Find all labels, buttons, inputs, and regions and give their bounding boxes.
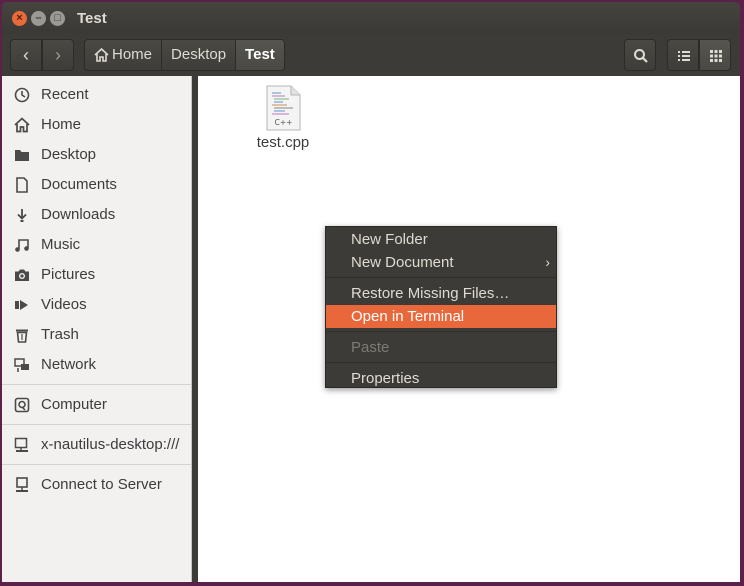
- sidebar-item-label: Network: [41, 356, 97, 373]
- breadcrumb: Home Desktop Test: [84, 39, 285, 71]
- breadcrumb-test[interactable]: Test: [236, 40, 284, 70]
- search-icon: [634, 49, 648, 63]
- menu-item-label: Open in Terminal: [351, 308, 465, 325]
- sidebar-item-label: Recent: [41, 86, 89, 103]
- list-view-icon: [678, 51, 690, 61]
- sidebar-separator: [2, 464, 191, 465]
- menu-item-label: Properties: [351, 370, 420, 387]
- server-icon: [16, 477, 28, 492]
- sidebar-item-label: Trash: [41, 326, 79, 343]
- back-button[interactable]: ‹: [10, 39, 42, 71]
- sidebar-item-label: Desktop: [41, 146, 97, 163]
- sidebar-item-home[interactable]: Home: [2, 110, 191, 140]
- sidebar-item-label: Music: [41, 236, 81, 253]
- menu-separator: [326, 331, 556, 332]
- menu-item-label: Restore Missing Files…: [351, 285, 510, 302]
- drive-icon: [14, 397, 30, 413]
- music-icon: [15, 239, 29, 252]
- breadcrumb-desktop[interactable]: Desktop: [162, 40, 237, 70]
- maximize-window-button[interactable]: □: [50, 11, 65, 26]
- file-item[interactable]: C++ test.cpp: [248, 84, 318, 151]
- close-window-button[interactable]: ×: [12, 11, 27, 26]
- file-name: test.cpp: [256, 134, 310, 151]
- trash-icon: [16, 329, 28, 343]
- breadcrumb-home-label: Home: [112, 46, 153, 63]
- file-manager-window: × – □ Test ‹ › Home Desktop Test Recent …: [2, 2, 740, 582]
- menu-item-new-folder[interactable]: New Folder: [326, 228, 556, 251]
- menu-item-restore-missing-files[interactable]: Restore Missing Files…: [326, 282, 556, 305]
- sidebar-item-x-nautilus-desktop[interactable]: x-nautilus-desktop:///: [2, 430, 191, 460]
- sidebar-item-label: Downloads: [41, 206, 116, 223]
- sidebar-item-trash[interactable]: Trash: [2, 320, 191, 350]
- sidebar-item-computer[interactable]: Computer: [2, 390, 191, 420]
- window-title: Test: [77, 10, 107, 27]
- sidebar-item-connect-to-server[interactable]: Connect to Server: [2, 470, 191, 500]
- breadcrumb-home[interactable]: Home: [85, 40, 163, 70]
- folder-icon: [15, 150, 29, 161]
- sidebar-item-label: Videos: [41, 296, 87, 313]
- sidebar-separator: [2, 384, 191, 385]
- camera-icon: [15, 269, 29, 281]
- toolbar: ‹ › Home Desktop Test: [2, 34, 740, 76]
- menu-item-open-in-terminal[interactable]: Open in Terminal: [326, 305, 556, 328]
- menu-item-paste: Paste: [326, 336, 556, 359]
- sidebar-separator: [2, 424, 191, 425]
- grid-view-icon: [710, 50, 722, 62]
- sidebar-item-label: x-nautilus-desktop:///: [41, 436, 180, 453]
- sidebar-item-label: Pictures: [41, 266, 96, 283]
- sidebar-item-label: Documents: [41, 176, 117, 193]
- search-button[interactable]: [624, 39, 656, 71]
- clock-icon: [14, 87, 30, 103]
- video-icon: [15, 300, 28, 310]
- submenu-arrow-icon: ›: [545, 254, 550, 270]
- sidebar-item-videos[interactable]: Videos: [2, 290, 191, 320]
- sidebar-item-recent[interactable]: Recent: [2, 80, 191, 110]
- sidebar-item-documents[interactable]: Documents: [2, 170, 191, 200]
- minimize-window-button[interactable]: –: [31, 11, 46, 26]
- sidebar-item-network[interactable]: Network: [2, 350, 191, 380]
- sidebar-item-label: Computer: [41, 396, 107, 413]
- menu-item-label: New Folder: [351, 231, 428, 248]
- menu-separator: [326, 277, 556, 278]
- file-icon-text: C++: [275, 118, 293, 127]
- home-icon: [94, 48, 109, 62]
- list-view-button[interactable]: [667, 39, 699, 71]
- title-bar: × – □ Test: [2, 2, 740, 34]
- sidebar-item-desktop[interactable]: Desktop: [2, 140, 191, 170]
- sidebar-item-label: Connect to Server: [41, 476, 162, 493]
- network-drive-icon: [14, 437, 28, 452]
- menu-item-new-document[interactable]: New Document ›: [326, 251, 556, 274]
- menu-separator: [326, 362, 556, 363]
- sidebar: Recent Home Desktop Documents Downloads …: [2, 76, 192, 582]
- sidebar-item-downloads[interactable]: Downloads: [2, 200, 191, 230]
- menu-item-label: New Document: [351, 254, 454, 271]
- cpp-file-icon: C++: [266, 85, 301, 131]
- menu-item-label: Paste: [351, 339, 390, 356]
- sidebar-item-label: Home: [41, 116, 82, 133]
- sidebar-item-pictures[interactable]: Pictures: [2, 260, 191, 290]
- network-icon: [14, 358, 29, 372]
- forward-button[interactable]: ›: [42, 39, 74, 71]
- download-icon: [17, 209, 27, 222]
- context-menu: New Folder New Document › Restore Missin…: [325, 226, 557, 388]
- sidebar-item-music[interactable]: Music: [2, 230, 191, 260]
- document-icon: [16, 177, 28, 193]
- grid-view-button[interactable]: [699, 39, 731, 71]
- home-icon: [14, 117, 30, 133]
- menu-item-properties[interactable]: Properties: [326, 367, 556, 390]
